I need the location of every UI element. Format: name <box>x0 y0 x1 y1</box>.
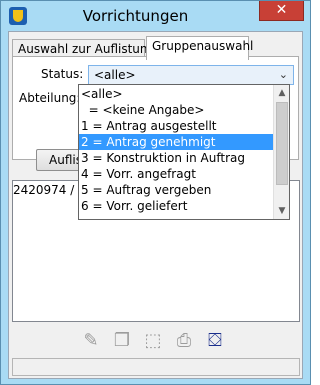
dropdown-option[interactable]: 3 = Konstruktion in Auftrag <box>79 150 273 166</box>
dropdown-option-selected[interactable]: 2 = Antrag genehmigt <box>79 134 273 150</box>
scrollbar-thumb[interactable] <box>276 102 288 185</box>
dropdown-option[interactable]: 1 = Antrag ausgestellt <box>79 118 273 134</box>
close-button[interactable]: ✕ <box>259 1 304 21</box>
dropdown-option[interactable]: 6 = Vorr. geliefert <box>79 198 273 214</box>
print-icon[interactable]: ⎙ <box>172 328 196 354</box>
tab-gruppenauswahl[interactable]: Gruppenauswahl <box>146 36 253 60</box>
main-window: Vorrichtungen ✕ Auswahl zur Auflistung G… <box>0 0 311 385</box>
copy-icon[interactable]: ❐ <box>110 328 134 354</box>
window-title: Vorrichtungen <box>82 7 189 25</box>
scroll-down-icon[interactable]: ▼ <box>274 203 290 219</box>
edit-icon[interactable]: ✎ <box>79 328 103 354</box>
status-dropdown-list[interactable]: <alle> = <keine Angabe> 1 = Antrag ausge… <box>78 84 290 220</box>
list-item[interactable]: 2420974 / B <box>13 183 86 197</box>
title-bar[interactable]: Vorrichtungen ✕ <box>1 1 310 31</box>
abteilung-label: Abteilung: <box>19 91 81 105</box>
scroll-up-icon[interactable]: ▲ <box>274 85 290 101</box>
status-select-value: <alle> <box>94 68 136 82</box>
dropdown-option[interactable]: 4 = Vorr. angefragt <box>79 166 273 182</box>
status-bar <box>12 358 300 376</box>
status-select[interactable]: <alle> ⌄ <box>88 65 294 85</box>
dropdown-option[interactable]: = <keine Angabe> <box>79 102 273 118</box>
chevron-down-icon[interactable]: ⌄ <box>279 68 288 81</box>
status-label: Status: <box>41 67 84 81</box>
dropdown-option[interactable]: <alle> <box>79 86 273 102</box>
exit-icon[interactable]: ⛋ <box>203 328 227 354</box>
dropdown-scrollbar[interactable]: ▲ ▼ <box>273 85 289 219</box>
dropdown-option[interactable]: 5 = Auftrag vergeben <box>79 182 273 198</box>
select-icon[interactable]: ⬚ <box>141 328 165 354</box>
